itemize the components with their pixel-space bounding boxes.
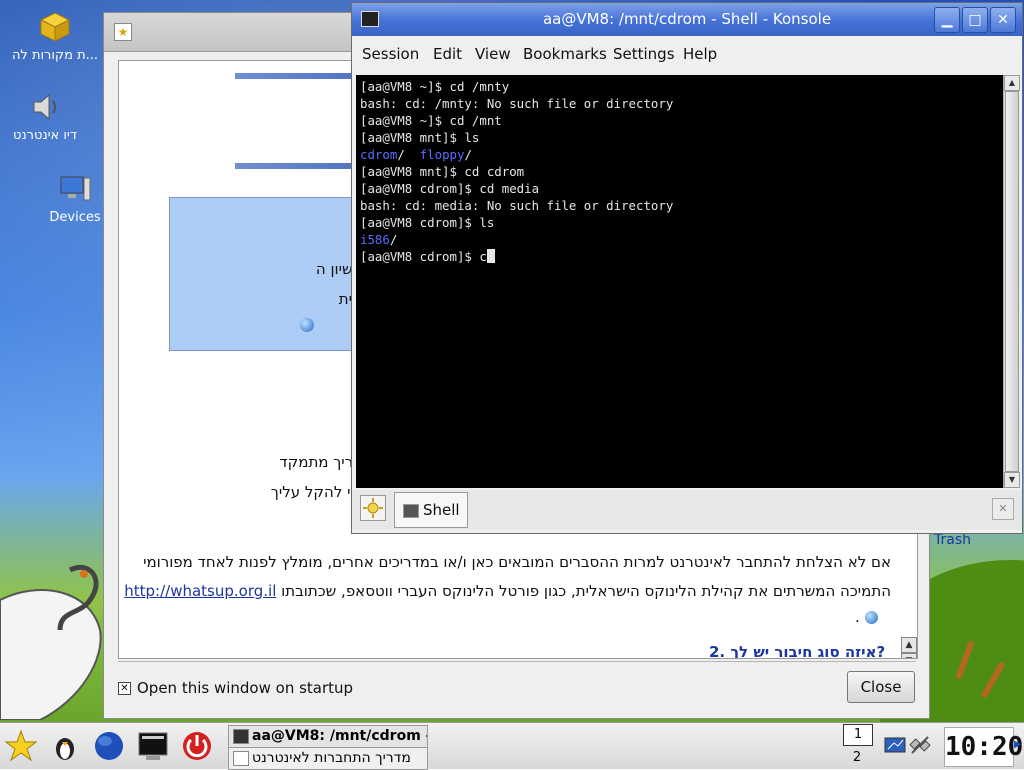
terminal-line: [aa@VM8 cdrom]$ ls bbox=[360, 215, 495, 230]
paragraph2-end: . bbox=[855, 608, 878, 626]
desktop-pager-2[interactable]: 2 bbox=[843, 748, 871, 768]
menu-settings[interactable]: Settings bbox=[613, 37, 675, 71]
footer-divider bbox=[118, 661, 916, 662]
task-guide[interactable]: מדריך התחברות לאינטרנט bbox=[228, 747, 428, 770]
star-menu-icon[interactable] bbox=[4, 729, 38, 763]
terminal-line: [aa@VM8 cdrom]$ cd media bbox=[360, 181, 540, 196]
terminal-output[interactable]: [aa@VM8 ~]$ cd /mnty bash: cd: /mnty: No… bbox=[356, 75, 1003, 488]
minimize-button[interactable]: ▁ bbox=[934, 7, 960, 33]
terminal-line: [aa@VM8 mnt]$ ls bbox=[360, 130, 480, 145]
browser-globe-icon[interactable] bbox=[92, 729, 126, 763]
konsole-menubar: Session Edit View Bookmarks Settings Hel… bbox=[352, 37, 1022, 71]
startup-option[interactable]: ✕ Open this window on startup bbox=[118, 679, 353, 697]
speaker-icon bbox=[33, 93, 56, 121]
arrow-right-icon[interactable]: ▶ bbox=[1014, 739, 1022, 750]
desktop-pager-1[interactable]: 1 bbox=[843, 724, 873, 746]
startup-label: Open this window on startup bbox=[137, 679, 354, 697]
terminal-tab-icon bbox=[403, 504, 419, 518]
desktop-icon-label: ת מקורות לה... bbox=[11, 48, 99, 63]
desktop-icon-trash[interactable]: Trash bbox=[934, 532, 971, 548]
desktop-icon-internet-radio[interactable]: דיו אינטרנט bbox=[0, 90, 100, 143]
task-konsole[interactable]: aa@VM8: /mnt/cdrom - S bbox=[228, 725, 428, 748]
menu-help[interactable]: Help bbox=[683, 37, 717, 71]
terminal-launcher-icon[interactable] bbox=[136, 729, 170, 763]
close-button[interactable]: Close bbox=[847, 671, 915, 703]
desktop-icon-label: Devices bbox=[49, 210, 101, 225]
paragraph2-line2: http://whatsup.org.il התמיכה המשרתים את … bbox=[124, 582, 891, 600]
satellite-icon[interactable] bbox=[908, 733, 932, 757]
new-session-icon bbox=[363, 498, 383, 518]
startup-checkbox[interactable]: ✕ bbox=[118, 682, 131, 695]
terminal-line: [aa@VM8 ~]$ cd /mnt bbox=[360, 113, 502, 128]
star-app-icon: ★ bbox=[114, 23, 132, 41]
home-penguin-icon[interactable] bbox=[48, 729, 82, 763]
terminal-dir: cdrom bbox=[360, 147, 398, 162]
taskbar: aa@VM8: /mnt/cdrom - S מדריך התחברות לאי… bbox=[0, 722, 1024, 770]
terminal-dir: floppy bbox=[419, 147, 465, 162]
terminal-line: bash: cd: media: No such file or directo… bbox=[360, 198, 674, 213]
new-session-button[interactable] bbox=[360, 495, 386, 521]
globe-icon bbox=[864, 611, 878, 624]
window-title: aa@VM8: /mnt/cdrom - Shell - Konsole bbox=[542, 10, 832, 28]
tab-shell[interactable]: Shell bbox=[394, 492, 468, 528]
task-label: aa@VM8: /mnt/cdrom - S bbox=[252, 728, 428, 744]
paragraph2-line1: אם לא הצלחת להתחבר לאינטרנט למרות ההסברי… bbox=[143, 553, 891, 571]
terminal-dir: i586 bbox=[360, 232, 390, 247]
computer-icon bbox=[60, 176, 91, 201]
konsole-window: aa@VM8: /mnt/cdrom - Shell - Konsole ▁ □… bbox=[351, 2, 1023, 534]
section-question-link[interactable]: 2. איזה סוג חיבור יש לך? bbox=[709, 643, 885, 658]
menu-view[interactable]: View bbox=[475, 37, 511, 71]
terminal-scrollbar[interactable]: ▲ ▼ bbox=[1003, 75, 1020, 488]
paragraph2-end-dot: . bbox=[855, 608, 860, 626]
swan-wallpaper-art bbox=[0, 564, 102, 720]
konsole-titlebar[interactable]: aa@VM8: /mnt/cdrom - Shell - Konsole ▁ □… bbox=[352, 3, 1022, 36]
terminal-prompt-line: [aa@VM8 cdrom]$ c bbox=[360, 249, 487, 264]
terminal-line: bash: cd: /mnty: No such file or directo… bbox=[360, 96, 674, 111]
scroll-down-arrow-icon[interactable]: ▼ bbox=[1004, 472, 1020, 488]
menu-bookmarks[interactable]: Bookmarks bbox=[523, 37, 607, 71]
network-monitor-icon[interactable] bbox=[884, 737, 906, 755]
logout-icon[interactable] bbox=[180, 729, 214, 763]
maximize-button[interactable]: □ bbox=[962, 7, 988, 33]
terminal-line: [aa@VM8 ~]$ cd /mnty bbox=[360, 79, 510, 94]
scroll-up-arrow-icon[interactable]: ▲ bbox=[1004, 75, 1020, 91]
package-icon bbox=[39, 12, 71, 42]
desktop-icon-label: דיו אינטרנט bbox=[13, 128, 77, 143]
paragraph2-line2-text: התמיכה המשרתים את קהילת הלינוקס הישראלית… bbox=[281, 582, 891, 600]
konsole-tabbar: Shell ✕ bbox=[352, 490, 1022, 530]
guide-scrollbar[interactable]: ▲ ▼ bbox=[901, 637, 917, 658]
scroll-down-arrow-icon[interactable]: ▼ bbox=[901, 653, 917, 658]
task-label: מדריך התחברות לאינטרנט bbox=[252, 750, 411, 766]
whatsup-link[interactable]: http://whatsup.org.il bbox=[124, 582, 276, 600]
clock[interactable]: 10:20 bbox=[944, 727, 1023, 767]
terminal-task-icon bbox=[233, 729, 249, 744]
globe-icon bbox=[300, 318, 314, 332]
tab-label: Shell bbox=[423, 501, 460, 519]
scroll-up-arrow-icon[interactable]: ▲ bbox=[901, 637, 917, 653]
menu-edit[interactable]: Edit bbox=[433, 37, 462, 71]
terminal-cursor bbox=[486, 249, 495, 263]
desktop-icon-sources[interactable]: ת מקורות לה... bbox=[0, 10, 110, 63]
scrollbar-thumb[interactable] bbox=[1005, 91, 1019, 472]
menu-session[interactable]: Session bbox=[362, 37, 419, 71]
terminal-line: [aa@VM8 mnt]$ cd cdrom bbox=[360, 164, 525, 179]
close-tab-button[interactable]: ✕ bbox=[992, 498, 1014, 520]
close-window-button[interactable]: ✕ bbox=[990, 7, 1016, 33]
star-task-icon bbox=[233, 751, 249, 766]
